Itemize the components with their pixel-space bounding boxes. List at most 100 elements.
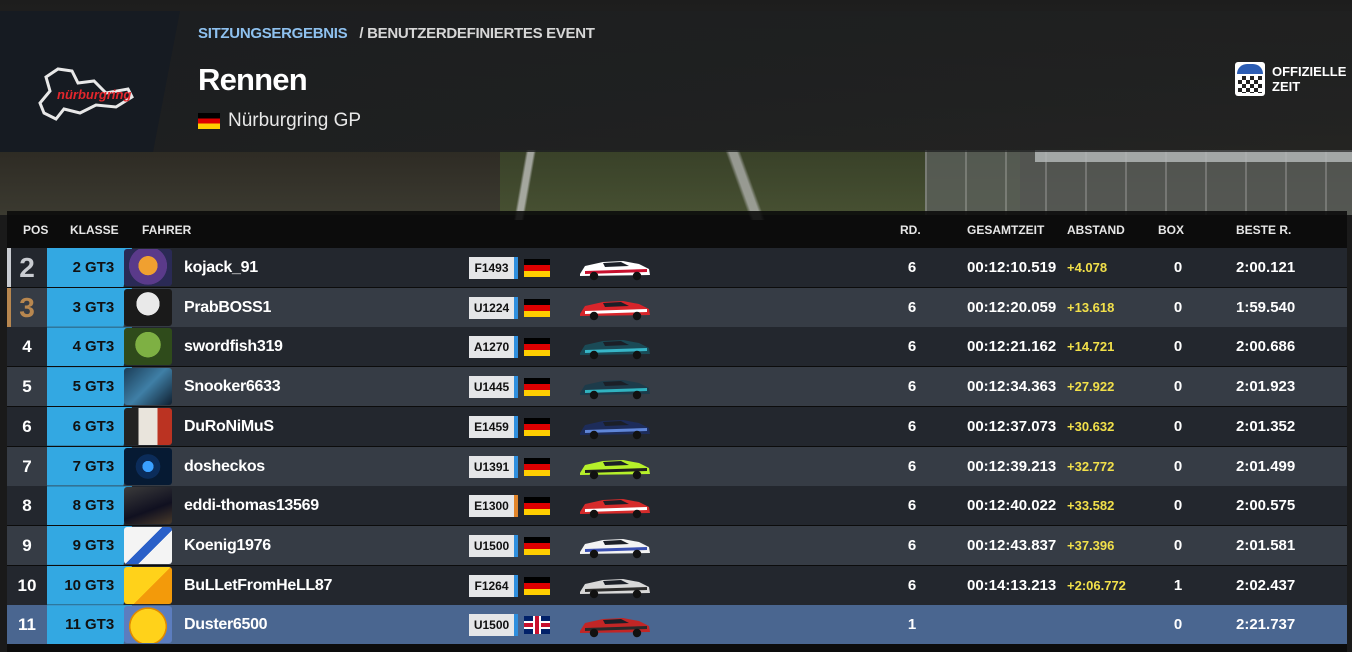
driver-avatar — [124, 407, 172, 445]
table-row[interactable]: 5 5 GT3 Snooker6633 U1445 6 00:12:34.363… — [7, 367, 1347, 407]
position: 11 — [18, 615, 36, 635]
total-time: 00:12:34.363 — [967, 378, 1057, 396]
position: 8 — [22, 496, 32, 516]
pit-stops: 0 — [1173, 417, 1183, 435]
driver-rating-badge: U1500 — [469, 614, 518, 637]
position: 6 — [22, 416, 32, 436]
driver-name[interactable]: Snooker6633 — [184, 367, 281, 406]
best-lap: 2:00.121 — [1236, 259, 1296, 276]
class-position: 8 — [72, 497, 81, 515]
driver-avatar — [124, 368, 172, 406]
driver-name[interactable]: PrabBOSS1 — [184, 288, 271, 327]
driver-name[interactable]: kojack_91 — [184, 248, 258, 287]
germany-flag-icon — [524, 417, 550, 436]
driver-rating-badge: A1270 — [469, 336, 518, 359]
driver-name[interactable]: dosheckos — [184, 447, 265, 486]
class-position: 10 — [64, 576, 81, 594]
col-pos[interactable]: POS — [23, 223, 48, 237]
car-livery-icon — [580, 419, 650, 439]
table-row[interactable]: 3 3 GT3 PrabBOSS1 U1224 6 00:12:20.059 +… — [7, 287, 1347, 327]
laps: 6 — [907, 338, 917, 356]
total-time: 00:12:40.022 — [967, 497, 1057, 515]
pit-stops: 0 — [1173, 497, 1183, 515]
table-row[interactable]: 10 10 GT3 BuLLetFromHeLL87 F1264 6 00:14… — [7, 565, 1347, 605]
class-position: 7 — [72, 457, 81, 475]
germany-flag-icon — [524, 378, 550, 397]
class-position: 4 — [72, 338, 81, 356]
col-beste-runde[interactable]: BESTE R. — [1236, 223, 1291, 237]
class-badge: 3 GT3 — [47, 287, 132, 327]
class-badge: 4 GT3 — [47, 327, 132, 367]
table-row[interactable]: 6 6 GT3 DuRoNiMuS E1459 6 00:12:37.073 +… — [7, 406, 1347, 446]
car-livery-icon — [580, 300, 650, 320]
class-name: GT3 — [85, 298, 115, 316]
col-rd[interactable]: RD. — [900, 223, 921, 237]
class-badge: 11 GT3 — [47, 605, 132, 645]
germany-flag-icon — [524, 497, 550, 516]
results-table: POS KLASSE FAHRER RD. GESAMTZEIT ABSTAND… — [7, 211, 1347, 652]
position: 10 — [17, 575, 37, 595]
laps: 6 — [907, 298, 917, 316]
driver-name[interactable]: eddi-thomas13569 — [184, 486, 319, 525]
pit-stops: 0 — [1173, 457, 1183, 475]
col-fahrer[interactable]: FAHRER — [142, 223, 191, 237]
driver-rating-badge: E1300 — [469, 495, 518, 518]
car-livery-icon — [580, 340, 650, 360]
driver-avatar — [124, 447, 172, 485]
car-livery-icon — [580, 499, 650, 519]
page-title: Rennen — [198, 62, 308, 97]
class-name: GT3 — [85, 378, 115, 396]
col-klasse[interactable]: KLASSE — [70, 223, 119, 237]
table-row[interactable]: 2 2 GT3 kojack_91 F1493 6 00:12:10.519 +… — [7, 248, 1347, 287]
car-livery-icon — [580, 618, 650, 638]
table-row[interactable]: 11 11 GT3 Duster6500 U1500 1 0 2:21.737 — [7, 605, 1347, 645]
class-name: GT3 — [85, 536, 115, 554]
class-name: GT3 — [85, 457, 115, 475]
class-badge: 10 GT3 — [47, 565, 132, 605]
gap: +32.772 — [1067, 458, 1115, 474]
laps: 6 — [907, 259, 917, 276]
car-livery-icon — [580, 459, 650, 479]
pit-stops: 1 — [1173, 576, 1183, 594]
laps: 6 — [907, 378, 917, 396]
breadcrumb-session-result[interactable]: SITZUNGSERGEBNIS — [198, 25, 348, 42]
table-row[interactable]: 9 9 GT3 Koenig1976 U1500 6 00:12:43.837 … — [7, 525, 1347, 565]
position: 2 — [19, 252, 35, 283]
col-abstand[interactable]: ABSTAND — [1067, 223, 1125, 237]
best-lap: 2:01.923 — [1236, 378, 1296, 396]
best-lap: 2:02.437 — [1236, 576, 1296, 594]
driver-avatar — [124, 566, 172, 604]
table-row[interactable]: 7 7 GT3 dosheckos U1391 6 00:12:39.213 +… — [7, 446, 1347, 486]
position: 9 — [22, 535, 32, 555]
driver-name[interactable]: swordfish319 — [184, 327, 283, 366]
class-name: GT3 — [85, 497, 115, 515]
class-position: 11 — [65, 616, 81, 634]
table-row[interactable]: 4 4 GT3 swordfish319 A1270 6 00:12:21.16… — [7, 327, 1347, 367]
class-badge: 8 GT3 — [47, 486, 132, 526]
driver-name[interactable]: DuRoNiMuS — [184, 407, 274, 446]
col-gesamtzeit[interactable]: GESAMTZEIT — [967, 223, 1044, 237]
gap: +13.618 — [1067, 299, 1115, 315]
driver-name[interactable]: BuLLetFromHeLL87 — [184, 566, 332, 605]
germany-flag-icon — [524, 259, 550, 277]
driver-avatar — [124, 526, 172, 564]
germany-flag-icon — [524, 576, 550, 595]
driver-rating-badge: U1500 — [469, 534, 518, 557]
position: 5 — [22, 377, 32, 397]
germany-flag-icon — [524, 457, 550, 476]
germany-flag-icon — [524, 298, 550, 317]
best-lap: 2:01.352 — [1236, 417, 1296, 435]
driver-name[interactable]: Koenig1976 — [184, 526, 271, 565]
col-box[interactable]: BOX — [1158, 223, 1184, 237]
total-time: 00:12:37.073 — [967, 417, 1057, 435]
car-livery-icon — [580, 380, 650, 400]
table-row[interactable]: 8 8 GT3 eddi-thomas13569 E1300 6 00:12:4… — [7, 486, 1347, 526]
gap: +4.078 — [1067, 260, 1108, 275]
driver-avatar — [124, 487, 172, 525]
class-name: GT3 — [85, 576, 115, 594]
class-badge: 7 GT3 — [47, 446, 132, 486]
position: 3 — [19, 291, 35, 323]
gap: +2:06.772 — [1067, 577, 1126, 593]
driver-rating-badge: E1459 — [469, 415, 518, 438]
driver-name[interactable]: Duster6500 — [184, 605, 268, 644]
